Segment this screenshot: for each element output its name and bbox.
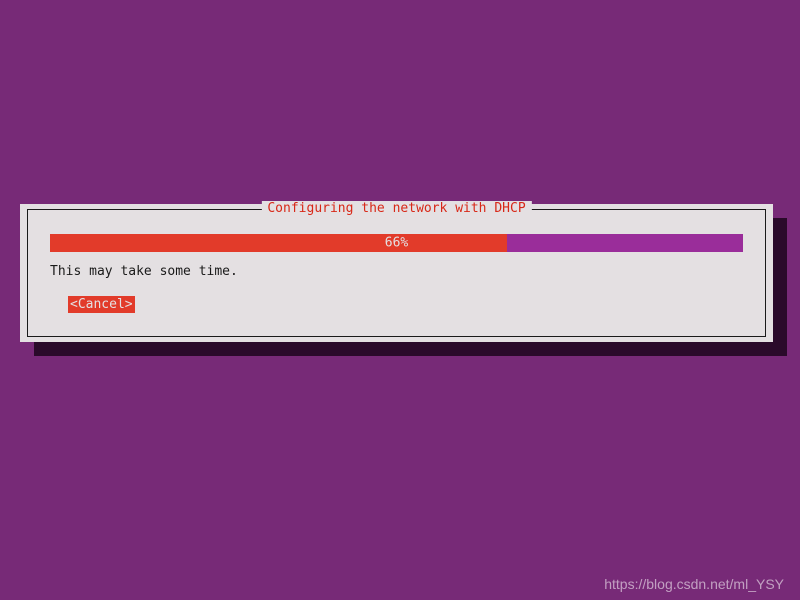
watermark: https://blog.csdn.net/ml_YSY [604, 576, 784, 592]
dialog: Configuring the network with DHCP 66% Th… [20, 204, 773, 342]
progress-bar: 66% [50, 234, 743, 252]
dialog-title: Configuring the network with DHCP [261, 201, 531, 216]
progress-text: 66% [385, 236, 408, 251]
progress-fill [50, 234, 507, 252]
status-message: This may take some time. [50, 264, 238, 279]
cancel-button[interactable]: <Cancel> [68, 296, 135, 313]
